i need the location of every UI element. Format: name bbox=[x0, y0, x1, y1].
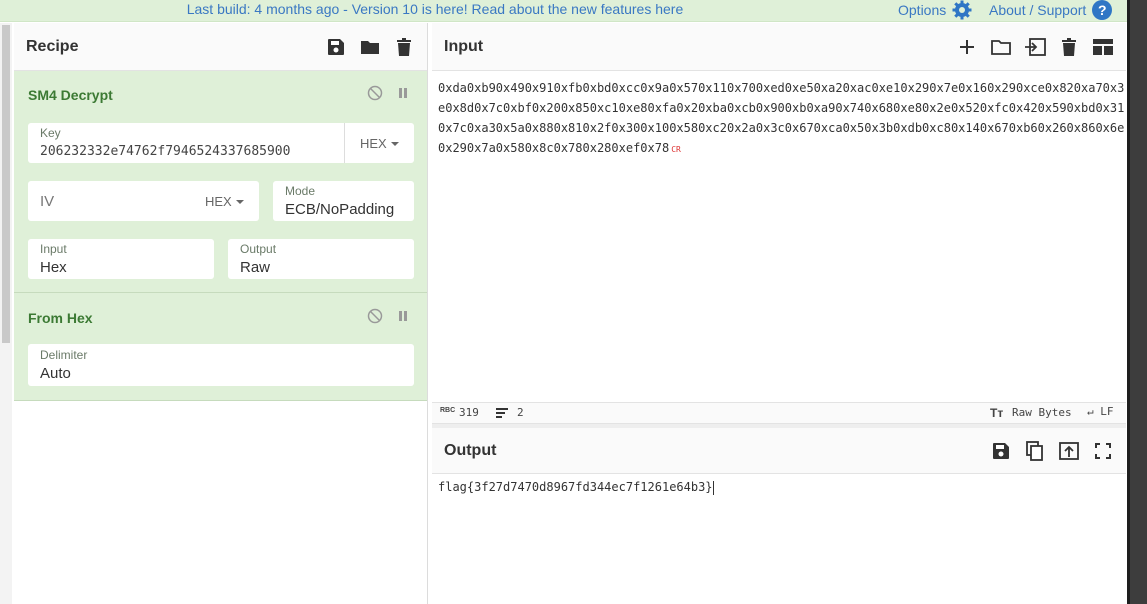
key-format-dropdown[interactable]: HEX bbox=[360, 136, 399, 151]
input-header: Input bbox=[432, 23, 1126, 71]
iv-input[interactable]: IV bbox=[40, 193, 54, 210]
mode-select[interactable]: ECB/NoPadding bbox=[285, 201, 410, 218]
output-format-select[interactable]: Raw bbox=[240, 259, 270, 276]
rbc-icon: RBC bbox=[440, 407, 456, 414]
recipe-title: Recipe bbox=[26, 37, 79, 55]
input-format-select[interactable]: Hex bbox=[40, 259, 67, 276]
encoding-selector[interactable]: Raw Bytes bbox=[1012, 406, 1072, 419]
operation-from-hex: From Hex Delimiter Auto bbox=[14, 293, 427, 401]
build-notice-link[interactable]: Last build: 4 months ago - Version 10 is… bbox=[0, 1, 870, 17]
eol-selector[interactable]: ↵ LF bbox=[1087, 405, 1114, 418]
copy-icon bbox=[1026, 440, 1043, 461]
gear-icon bbox=[952, 0, 972, 20]
save-icon bbox=[328, 38, 344, 55]
return-icon: ↵ bbox=[1087, 405, 1094, 418]
move-to-input-icon bbox=[1059, 441, 1079, 460]
clear-recipe-button[interactable] bbox=[393, 36, 415, 58]
save-output-button[interactable] bbox=[990, 440, 1012, 462]
recipe-header: Recipe bbox=[14, 23, 427, 71]
clear-input-button[interactable] bbox=[1058, 36, 1080, 58]
output-text-content: flag{3f27d7470d8967fd344ec7f1261e64b3} bbox=[438, 480, 713, 494]
delimiter-select[interactable]: Auto bbox=[40, 365, 71, 382]
about-support-label: About / Support bbox=[989, 2, 1087, 18]
open-folder-button[interactable] bbox=[990, 36, 1012, 58]
save-icon bbox=[993, 442, 1009, 459]
input-title: Input bbox=[444, 37, 484, 55]
cr-marker: CR bbox=[671, 145, 681, 154]
output-header: Output bbox=[432, 428, 1126, 474]
fullscreen-icon bbox=[1095, 442, 1111, 459]
char-count: 319 bbox=[459, 406, 479, 419]
delimiter-field[interactable]: Delimiter Auto bbox=[28, 344, 414, 386]
maximise-output-button[interactable] bbox=[1092, 440, 1114, 462]
help-icon: ? bbox=[1092, 0, 1113, 20]
output-pane: Output flag{3f27d7470d8967fd344ec7f1261e… bbox=[432, 428, 1126, 604]
operation-title: From Hex bbox=[28, 310, 93, 326]
output-format-field[interactable]: Output Raw bbox=[228, 239, 414, 279]
options-label: Options bbox=[898, 2, 947, 18]
save-recipe-button[interactable] bbox=[325, 36, 347, 58]
chevron-down-icon bbox=[390, 141, 399, 146]
mode-label: Mode bbox=[285, 184, 316, 198]
load-recipe-button[interactable] bbox=[359, 36, 381, 58]
options-button[interactable]: Options bbox=[898, 0, 972, 20]
operation-title: SM4 Decrypt bbox=[28, 87, 113, 103]
key-input[interactable]: 206232332e74762f7946524337685900 bbox=[40, 144, 340, 159]
layout-icon bbox=[1093, 38, 1113, 55]
input-pane: Input 0xda0xb90x490x910xfb0xbd0xcc0x9a0x… bbox=[432, 23, 1126, 403]
chevron-down-icon bbox=[235, 199, 244, 204]
disable-operation-icon[interactable] bbox=[367, 85, 383, 101]
add-input-tab-button[interactable] bbox=[956, 36, 978, 58]
input-format-label: Input bbox=[40, 242, 67, 256]
key-format-label: HEX bbox=[360, 136, 387, 151]
input-format-field[interactable]: Input Hex bbox=[28, 239, 214, 279]
input-text-content: 0xda0xb90x490x910xfb0xbd0xcc0x9a0x570x11… bbox=[438, 81, 1125, 155]
pause-icon[interactable] bbox=[397, 309, 409, 323]
file-input-icon bbox=[1025, 37, 1046, 56]
output-textarea[interactable]: flag{3f27d7470d8967fd344ec7f1261e64b3} bbox=[438, 480, 714, 495]
input-textarea[interactable]: 0xda0xb90x490x910xfb0xbd0xcc0x9a0x570x11… bbox=[438, 78, 1126, 160]
trash-icon bbox=[1062, 37, 1076, 56]
copy-output-button[interactable] bbox=[1024, 440, 1046, 462]
plus-icon bbox=[960, 39, 974, 54]
key-label: Key bbox=[40, 126, 61, 140]
line-count: 2 bbox=[517, 406, 524, 419]
operation-sm4-decrypt: SM4 Decrypt Key 206232332e74762f79465243… bbox=[14, 71, 427, 293]
iv-field[interactable]: IV HEX bbox=[28, 181, 259, 221]
about-support-button[interactable]: About / Support ? bbox=[989, 0, 1113, 20]
input-status-bar: RBC 319 2 Tт Raw Bytes ↵ LF bbox=[432, 402, 1126, 424]
eol-label: LF bbox=[1100, 405, 1114, 418]
disable-operation-icon[interactable] bbox=[367, 308, 383, 324]
delimiter-label: Delimiter bbox=[40, 348, 88, 362]
text-cursor bbox=[712, 480, 714, 495]
pause-icon[interactable] bbox=[397, 86, 409, 100]
reset-layout-button[interactable] bbox=[1092, 36, 1114, 58]
lines-icon bbox=[496, 408, 508, 418]
window-edge bbox=[1127, 0, 1147, 604]
operations-scrollbar[interactable] bbox=[0, 23, 12, 604]
iv-format-label: HEX bbox=[205, 194, 232, 209]
trash-icon bbox=[397, 37, 411, 56]
scrollbar-thumb[interactable] bbox=[2, 25, 10, 343]
mode-field[interactable]: Mode ECB/NoPadding bbox=[273, 181, 414, 221]
open-file-button[interactable] bbox=[1024, 36, 1046, 58]
top-banner: Last build: 4 months ago - Version 10 is… bbox=[0, 0, 1147, 22]
output-title: Output bbox=[444, 441, 497, 459]
replace-input-button[interactable] bbox=[1058, 440, 1080, 462]
folder-open-icon bbox=[991, 39, 1011, 55]
recipe-pane: Recipe SM4 Decrypt Key 206232332e74762f7… bbox=[14, 23, 428, 604]
key-field[interactable]: Key 206232332e74762f7946524337685900 HEX bbox=[28, 123, 414, 163]
folder-icon bbox=[361, 40, 379, 54]
text-size-icon: Tт bbox=[990, 406, 1004, 420]
output-format-label: Output bbox=[240, 242, 277, 256]
iv-format-dropdown[interactable]: HEX bbox=[205, 194, 244, 209]
